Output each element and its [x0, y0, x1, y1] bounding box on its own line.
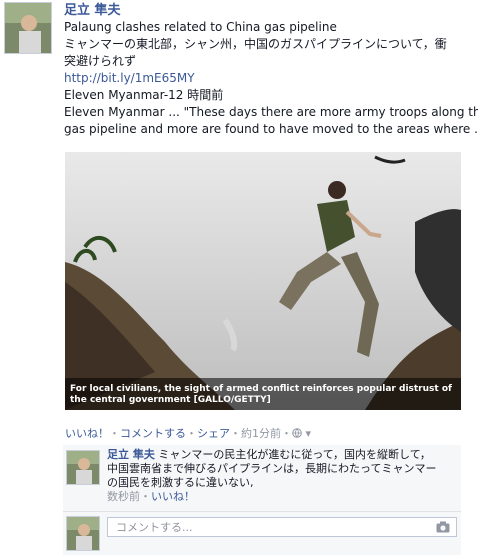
post-photo[interactable]: For local civilians, the sight of armed …: [65, 152, 461, 410]
post-author-name[interactable]: 足立 隼夫: [64, 3, 478, 19]
chevron-down-icon[interactable]: ▾: [302, 427, 311, 440]
post-message-cont: 突避けられず: [64, 54, 137, 68]
link-title[interactable]: Palaung clashes related to China gas pip…: [64, 19, 478, 36]
comments-section: 足立 隼夫 ミャンマーの民主化が進むに従って，国内を縦断して， 中国雲南省まで伸…: [63, 445, 461, 555]
post-message: ミャンマーの東北部，シャン州，中国のガスパイプラインについて，衝: [64, 37, 447, 51]
comment-text-3: の国民を刺激するに違いない,: [107, 476, 254, 489]
comment: 足立 隼夫 ミャンマーの民主化が進むに従って，国内を縦断して， 中国雲南省まで伸…: [107, 448, 457, 504]
share-link[interactable]: シェア: [197, 427, 230, 440]
comment-author-name[interactable]: 足立 隼夫: [107, 448, 155, 461]
news-excerpt-2: gas pipeline and more are found to have …: [64, 122, 478, 136]
post-content: 足立 隼夫 Palaung clashes related to China g…: [64, 3, 478, 138]
like-link[interactable]: いいね！: [65, 427, 109, 440]
viewer-avatar[interactable]: [66, 516, 100, 551]
news-excerpt-1: Eleven Myanmar ... "These days there are…: [64, 105, 478, 119]
separator: ・: [109, 427, 120, 440]
comment-time[interactable]: 数秒前: [107, 490, 140, 503]
divider: [63, 511, 461, 512]
comment-author-avatar[interactable]: [66, 450, 100, 485]
separator: ・: [186, 427, 197, 440]
post-author-avatar[interactable]: [4, 2, 52, 54]
separator: ・: [281, 427, 292, 440]
comment-input-placeholder: コメントする...: [116, 521, 193, 534]
news-source: Eleven Myanmar-12 時間前: [64, 88, 224, 102]
separator: ・: [140, 490, 151, 503]
comment-input[interactable]: コメントする...: [107, 517, 457, 537]
photo-caption: For local civilians, the sight of armed …: [70, 384, 452, 405]
camera-icon[interactable]: [436, 521, 450, 533]
comment-text-1: ミャンマーの民主化が進むに従って，国内を縦断して，: [158, 448, 431, 461]
separator: ・: [230, 427, 241, 440]
comment-like-link[interactable]: いいね！: [151, 490, 195, 503]
comment-link[interactable]: コメントする: [120, 427, 186, 440]
comment-text-2: 中国雲南省まで伸びるパイプラインは，長期にわたってミャンマー: [107, 462, 437, 475]
post-actions: いいね！・コメントする・シェア・約1分前・ ▾: [65, 425, 311, 441]
post-time[interactable]: 約1分前: [241, 427, 281, 440]
globe-icon[interactable]: [292, 428, 302, 438]
shortlink[interactable]: http://bit.ly/1mE65MY: [64, 70, 478, 87]
